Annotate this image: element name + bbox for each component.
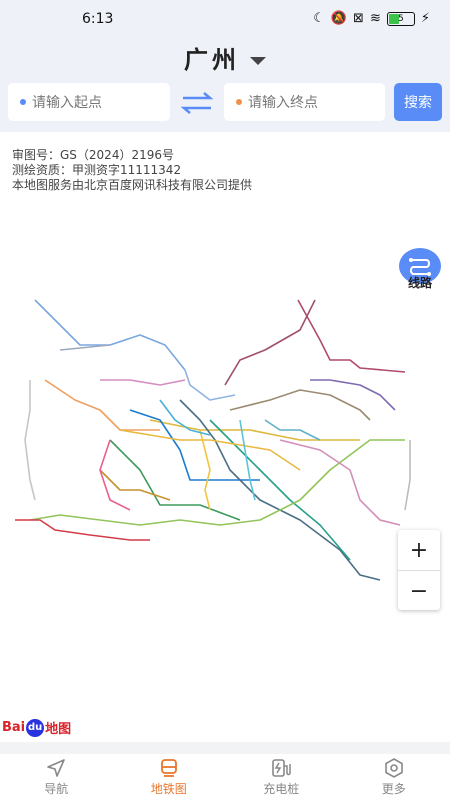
route-label: 线路 — [407, 276, 432, 290]
zoom-in-button[interactable]: + — [398, 530, 440, 570]
mute-icon: 🔕 — [330, 11, 348, 26]
search-button[interactable]: 搜索 — [394, 83, 442, 121]
tab-navigation[interactable]: 导航 — [0, 754, 113, 800]
chevron-down-icon — [250, 57, 266, 65]
wifi-icon: ≋ — [369, 11, 381, 26]
tab-label: 导航 — [44, 781, 69, 796]
tab-label: 更多 — [381, 781, 406, 796]
zoom-control: + − — [398, 530, 440, 610]
city-selector[interactable]: 广州 — [0, 40, 450, 75]
map-copyright-notice: 审图号：GS（2024）2196号 测绘资质：甲测资字11111342 本地图服… — [12, 148, 252, 193]
charging-icon: ⚡ — [420, 11, 430, 26]
swap-icon[interactable] — [180, 90, 214, 116]
metro-icon — [160, 758, 177, 777]
bottom-tab-bar: 导航 地铁图 充电桩 更多 — [0, 754, 450, 800]
tab-charging[interactable]: 充电桩 — [225, 754, 338, 800]
notice-line: 本地图服务由北京百度网讯科技有限公司提供 — [12, 178, 253, 192]
start-dot-icon — [20, 99, 26, 105]
battery-icon: 5 — [386, 11, 415, 26]
navigation-icon — [47, 758, 66, 777]
city-name: 广州 — [184, 46, 240, 74]
end-dot-icon — [236, 99, 242, 105]
metro-map[interactable] — [0, 132, 450, 752]
moon-icon: ☾ — [313, 11, 325, 26]
tab-metro[interactable]: 地铁图 — [113, 754, 226, 800]
start-input[interactable]: 请输入起点 — [8, 83, 170, 121]
baidu-map-logo: Bai du 地图 — [2, 718, 72, 737]
status-bar: 6:13 ☾ 🔕 ⊠ ≋ 5 ⚡ — [0, 0, 450, 38]
header: 广州 请输入起点 请输入终点 搜索 — [0, 38, 450, 132]
zoom-out-button[interactable]: − — [398, 571, 440, 611]
metro-lines-drawing — [15, 299, 411, 581]
tab-label: 充电桩 — [263, 781, 300, 796]
status-icons: ☾ 🔕 ⊠ ≋ 5 ⚡ — [313, 11, 430, 26]
status-time: 6:13 — [82, 11, 114, 27]
sim-off-icon: ⊠ — [353, 11, 364, 26]
notice-line: 审图号：GS（2024）2196号 — [12, 148, 174, 162]
more-icon — [384, 757, 403, 778]
notice-line: 测绘资质：甲测资字11111342 — [12, 163, 182, 177]
start-placeholder: 请输入起点 — [32, 95, 102, 111]
end-input[interactable]: 请输入终点 — [224, 83, 385, 121]
tabbar-divider — [0, 742, 450, 754]
charging-pile-icon — [272, 758, 291, 777]
end-placeholder: 请输入终点 — [248, 95, 318, 111]
tab-label: 地铁图 — [150, 781, 187, 796]
tab-more[interactable]: 更多 — [338, 754, 450, 800]
